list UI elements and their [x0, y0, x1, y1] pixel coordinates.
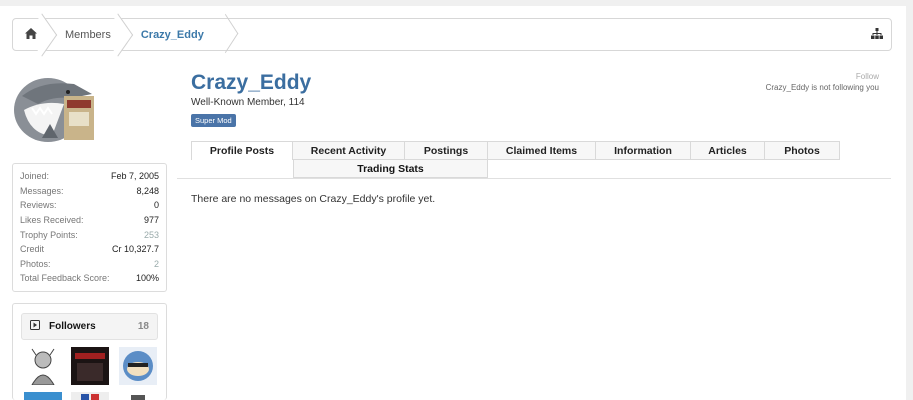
breadcrumb-members[interactable]: Members	[49, 19, 125, 50]
stat-row: Joined: Feb 7, 2005	[20, 169, 159, 184]
tab-photos[interactable]: Photos	[765, 141, 840, 160]
follow-status: Crazy_Eddy is not following you	[765, 83, 879, 92]
stat-value[interactable]: 8,248	[136, 186, 159, 196]
follower-avatar[interactable]	[24, 347, 62, 385]
profile-username: Crazy_Eddy	[191, 71, 312, 94]
follower-avatar[interactable]	[119, 392, 157, 400]
breadcrumb-current[interactable]: Crazy_Eddy	[125, 19, 218, 50]
followers-header[interactable]: Followers 18	[21, 313, 158, 340]
stat-label: Total Feedback Score:	[20, 273, 110, 284]
page: Members Crazy_Eddy Joined: Feb 7, 2005 M…	[0, 6, 906, 400]
breadcrumb-current-label: Crazy_Eddy	[140, 28, 204, 41]
member-stats: Joined: Feb 7, 2005 Messages: 8,248 Review…	[12, 163, 167, 292]
stat-value: 100%	[135, 273, 159, 284]
stat-value: 0	[153, 200, 159, 211]
play-square-icon	[30, 320, 40, 333]
breadcrumb-home[interactable]	[13, 19, 49, 50]
stat-label: Likes Received:	[20, 215, 84, 226]
breadcrumb-members-label: Members	[65, 28, 111, 41]
follower-avatar[interactable]	[71, 347, 109, 385]
tab-information[interactable]: Information	[596, 141, 691, 160]
profile-tabs: Profile Posts Recent Activity Postings C…	[191, 141, 840, 178]
followers-title: Followers	[49, 321, 96, 332]
role-badge: Super Mod	[191, 114, 236, 127]
stat-label: Messages:	[20, 185, 64, 196]
stat-value[interactable]: 253	[144, 230, 159, 240]
followers-count: 18	[137, 321, 149, 332]
breadcrumb: Members Crazy_Eddy	[12, 18, 892, 51]
stat-row: Trophy Points: 253	[20, 227, 159, 242]
avatar[interactable]	[12, 74, 96, 144]
followers-panel: Followers 18	[12, 303, 167, 400]
tab-recent-activity[interactable]: Recent Activity	[293, 141, 405, 160]
stat-value[interactable]: 2	[154, 259, 159, 269]
stat-value: 977	[143, 215, 159, 226]
breadcrumb-arrow	[216, 19, 226, 50]
stat-row: Total Feedback Score: 100%	[20, 271, 159, 286]
tab-profile-posts[interactable]: Profile Posts	[191, 141, 293, 160]
tab-trading-stats[interactable]: Trading Stats	[293, 160, 488, 178]
tabs-divider	[177, 178, 891, 179]
profile-user-title: Well-Known Member, 114	[191, 97, 305, 108]
tab-claimed-items[interactable]: Claimed Items	[488, 141, 596, 160]
stat-label: Joined:	[20, 171, 50, 182]
stat-row: Photos: 2	[20, 257, 159, 272]
follow-link[interactable]: Follow	[856, 72, 879, 81]
empty-profile-message: There are no messages on Crazy_Eddy's pr…	[191, 193, 436, 205]
tab-row: Profile Posts Recent Activity Postings C…	[191, 141, 840, 160]
stat-value: Cr 10,327.7	[111, 244, 159, 255]
follower-avatar[interactable]	[71, 392, 109, 400]
follower-avatar[interactable]	[24, 392, 62, 400]
stat-row: Credit Cr 10,327.7	[20, 242, 159, 257]
stat-label: Reviews:	[20, 200, 57, 211]
stat-row: Reviews: 0	[20, 198, 159, 213]
stat-value: Feb 7, 2005	[110, 171, 159, 182]
stat-label: Photos:	[20, 258, 51, 269]
home-icon	[25, 27, 37, 42]
tab-postings[interactable]: Postings	[405, 141, 488, 160]
stat-label: Trophy Points:	[20, 229, 78, 240]
stat-row: Likes Received: 977	[20, 213, 159, 228]
stat-row: Messages: 8,248	[20, 184, 159, 199]
follower-avatar[interactable]	[119, 347, 157, 385]
stat-label: Credit	[20, 244, 45, 255]
tab-articles[interactable]: Articles	[691, 141, 765, 160]
sitemap-icon[interactable]	[871, 28, 883, 42]
